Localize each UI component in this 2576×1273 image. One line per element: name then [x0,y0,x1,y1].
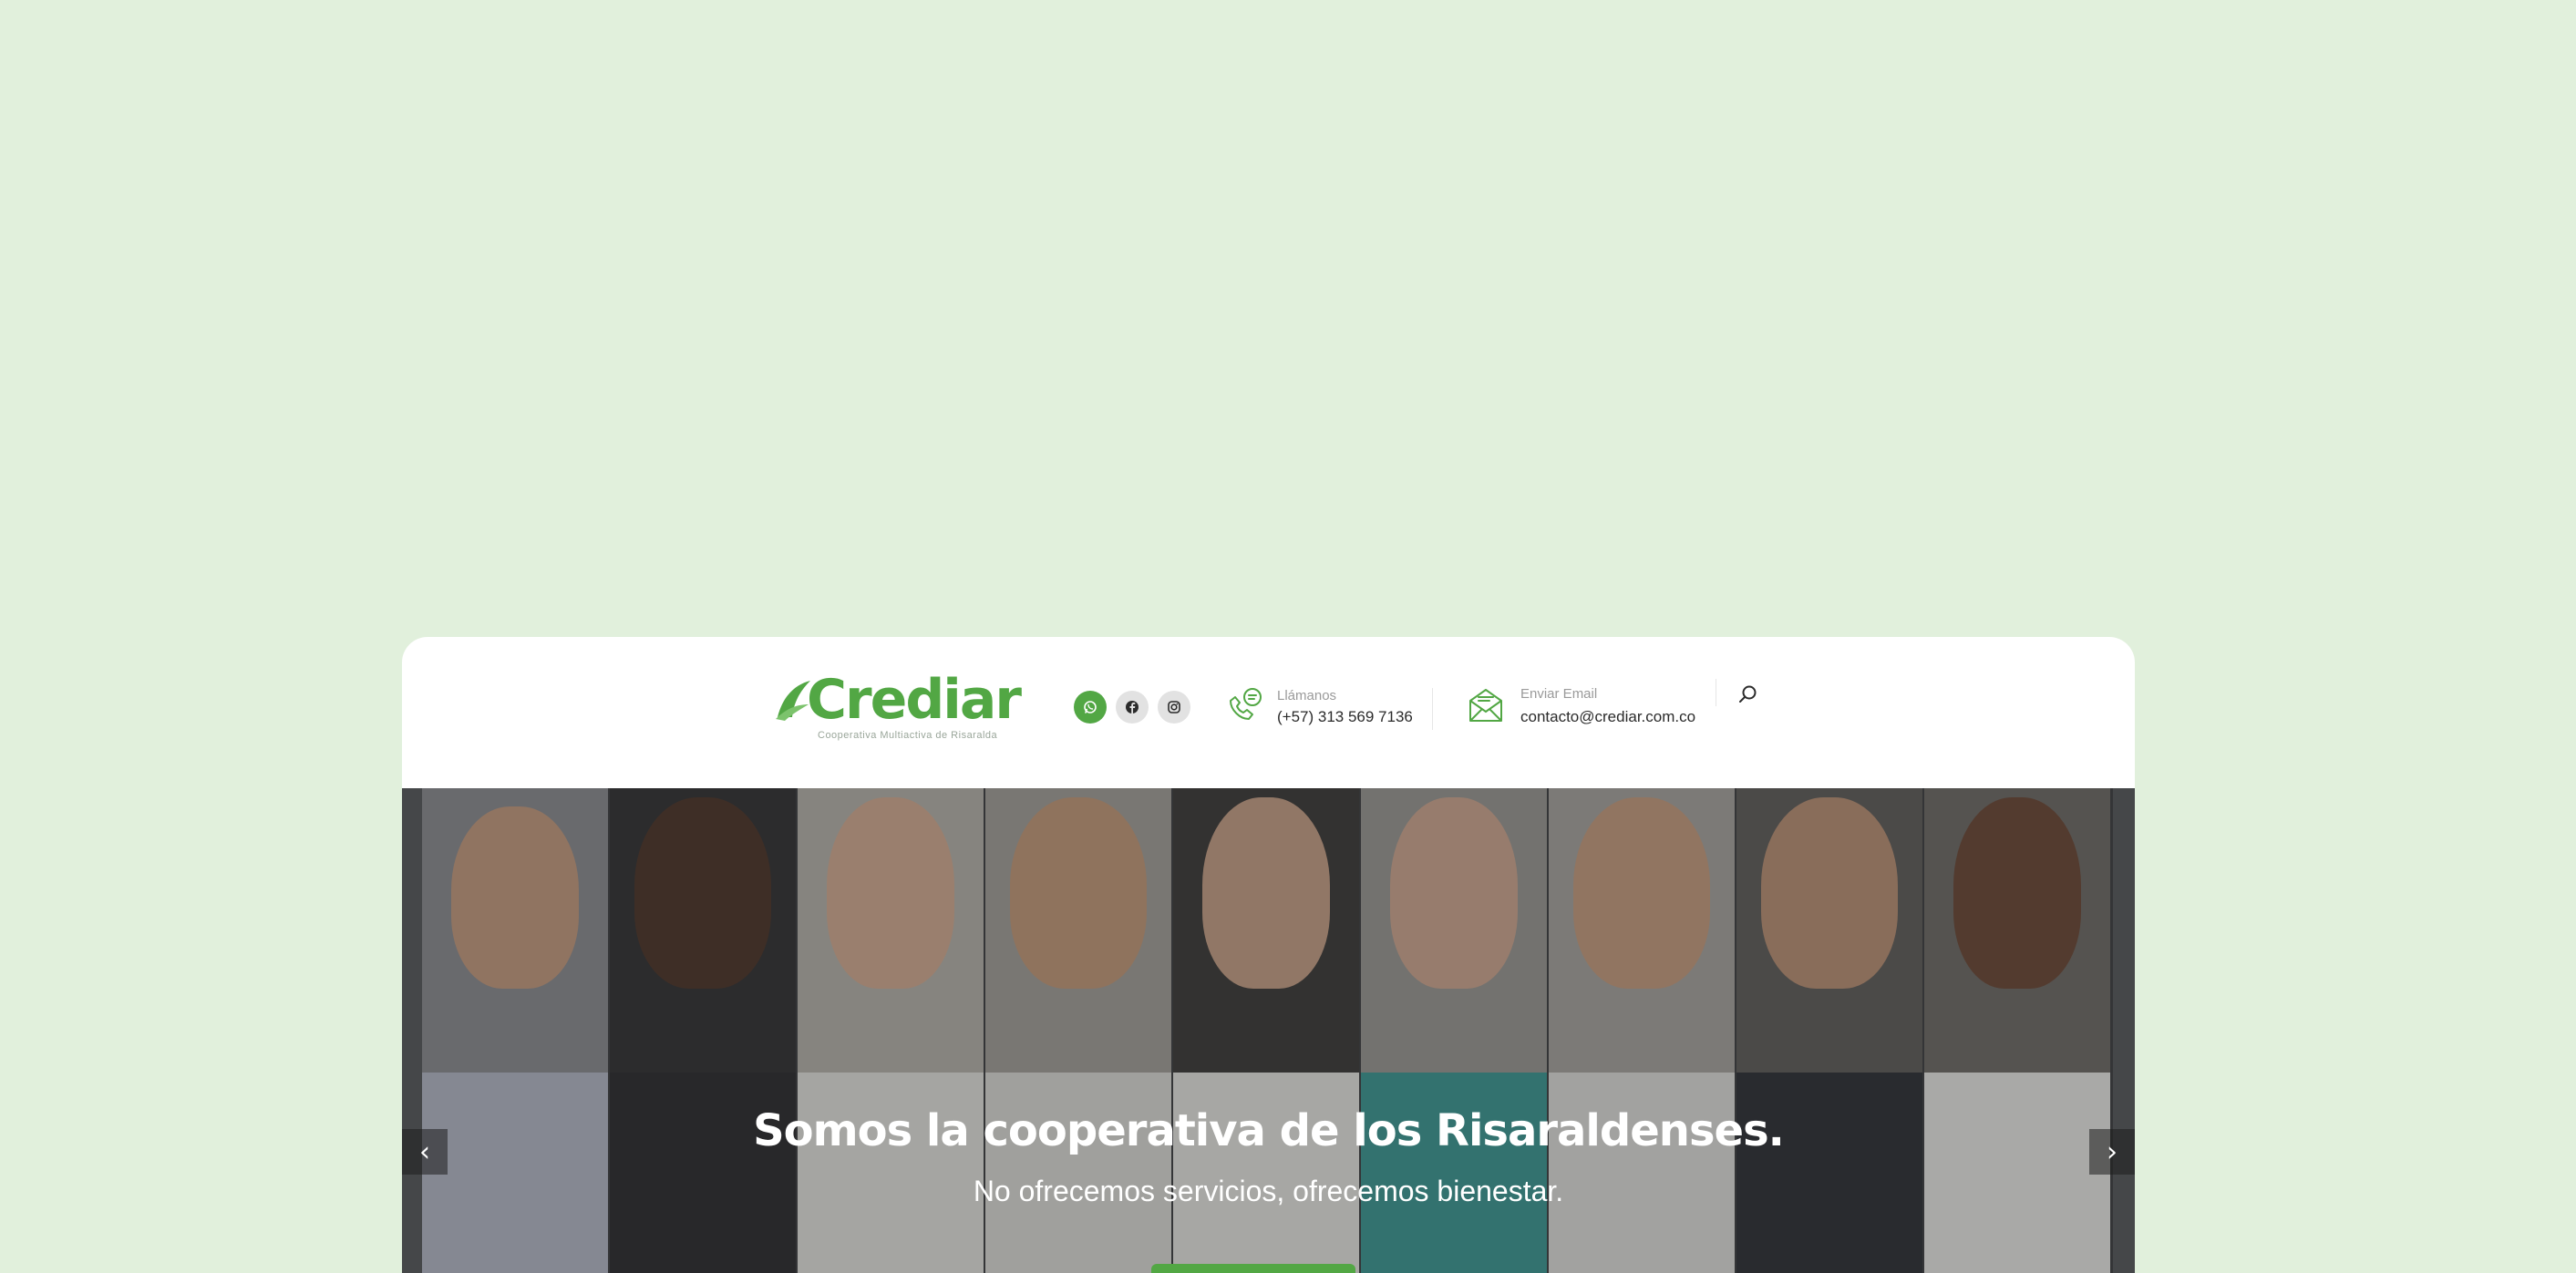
whatsapp-icon [1084,701,1097,713]
slider-prev-button[interactable]: ‹ [402,1129,448,1175]
hero-title: Somos la cooperativa de los Risaraldense… [753,1105,1785,1156]
email-label: Enviar Email [1520,686,1598,702]
slider-next-button[interactable]: › [2089,1129,2135,1175]
header-divider [1432,688,1433,730]
instagram-button[interactable] [1158,691,1190,724]
phone-chat-icon [1230,688,1262,720]
phone-label: Llámanos [1277,688,1337,703]
site-header: Crediar Cooperativa Multiactiva de Risar… [402,637,2135,788]
chevron-right-icon: › [2107,1135,2117,1168]
page-frame: Crediar Cooperativa Multiactiva de Risar… [402,637,2135,1273]
phone-number-link[interactable]: (+57) 313 569 7136 [1277,708,1413,726]
brand-logo[interactable]: Crediar Cooperativa Multiactiva de Risar… [774,668,1022,744]
search-icon[interactable] [1736,683,1760,706]
brand-tagline: Cooperativa Multiactiva de Risaralda [818,730,998,741]
brand-name: Crediar [807,668,1022,732]
instagram-icon [1168,701,1180,713]
facebook-icon [1126,701,1139,713]
hero-slider: Somos la cooperativa de los Risaraldense… [402,788,2135,1273]
hero-cta-button[interactable] [1151,1264,1355,1273]
whatsapp-button[interactable] [1074,691,1107,724]
facebook-button[interactable] [1116,691,1149,724]
email-link[interactable]: contacto@crediar.com.co [1520,708,1695,726]
hero-subtitle: No ofrecemos servicios, ofrecemos bienes… [973,1175,1564,1207]
envelope-icon [1469,689,1502,722]
chevron-left-icon: ‹ [419,1135,430,1168]
